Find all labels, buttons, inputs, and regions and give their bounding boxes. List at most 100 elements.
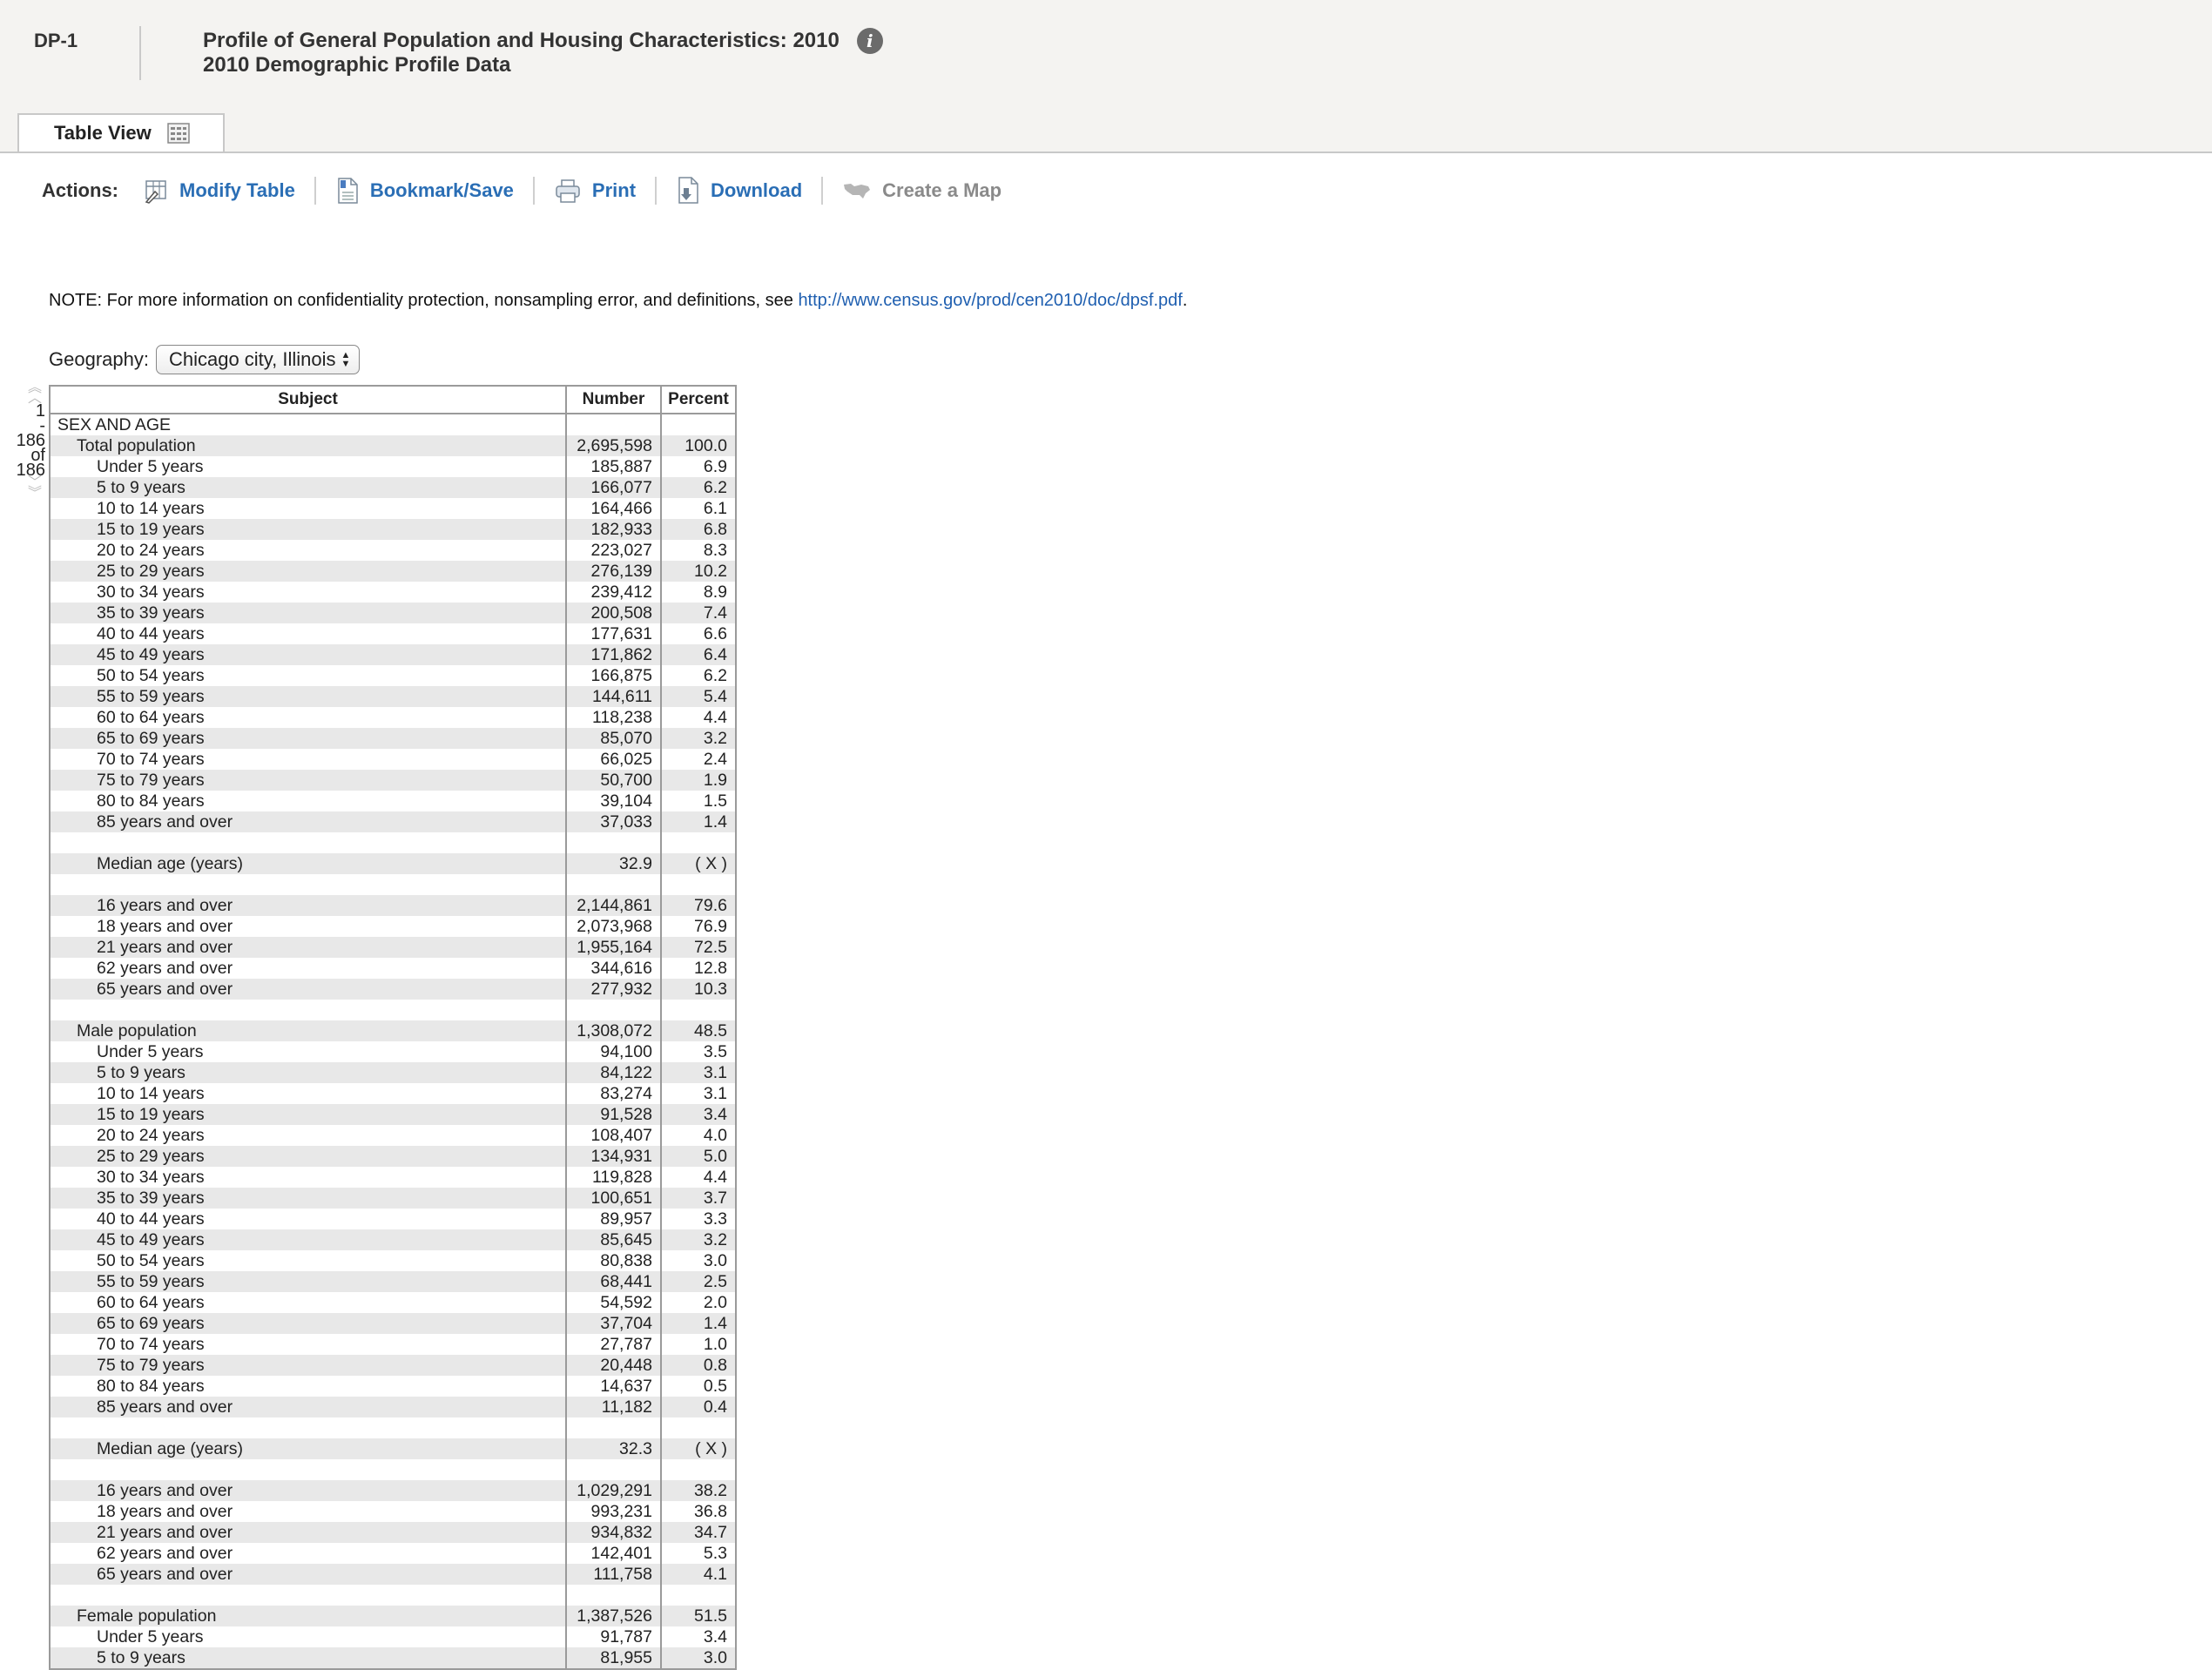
percent-cell: 48.5 [660,1020,736,1041]
last-page-icon[interactable]: ︾ [23,487,47,501]
number-cell [565,1000,661,1020]
action-separator [532,177,535,205]
table-row: 85 years and over 11,182 0.4 [50,1397,736,1417]
percent-cell: 2.0 [660,1292,736,1313]
percent-cell: 34.7 [660,1522,736,1543]
subject-cell: 55 to 59 years [50,686,566,707]
number-cell: 32.3 [565,1438,661,1459]
column-header-percent[interactable]: Percent [660,385,737,414]
number-cell: 108,407 [565,1125,661,1146]
percent-cell: 5.3 [660,1543,736,1564]
percent-cell: 3.1 [660,1062,736,1083]
subject-cell: 62 years and over [50,958,566,979]
number-cell: 14,637 [565,1376,661,1397]
page-title-row: Profile of General Population and Housin… [203,28,883,54]
grid-icon [166,123,190,144]
column-header-number[interactable]: Number [565,385,662,414]
actions-bar: Actions: Modify Table Bookmark/Save Prin… [42,175,1001,206]
percent-cell [660,874,736,895]
table-row: 50 to 54 years 80,838 3.0 [50,1250,736,1271]
percent-cell: 4.1 [660,1564,736,1585]
number-cell: 276,139 [565,561,661,582]
percent-cell: 6.1 [660,498,736,519]
print-button[interactable]: Print [554,178,636,204]
bookmark-save-button[interactable]: Bookmark/Save [335,177,514,205]
number-cell: 85,645 [565,1229,661,1250]
number-cell: 182,933 [565,519,661,540]
number-cell: 142,401 [565,1543,661,1564]
table-row: Under 5 years 91,787 3.4 [50,1626,736,1647]
column-header-subject[interactable]: Subject [49,385,567,414]
percent-cell: 4.0 [660,1125,736,1146]
subject-cell: 80 to 84 years [50,1376,566,1397]
table-row: 25 to 29 years 134,931 5.0 [50,1146,736,1167]
geography-label: Geography: [49,348,149,370]
subject-cell: 15 to 19 years [50,1104,566,1125]
subject-cell: 25 to 29 years [50,1146,566,1167]
percent-cell: 1.4 [660,811,736,832]
table-row: 70 to 74 years 66,025 2.4 [50,749,736,770]
number-cell [565,1585,661,1606]
create-map-button[interactable]: Create a Map [842,179,1001,202]
table-row: 5 to 9 years 81,955 3.0 [50,1647,736,1669]
geography-dropdown[interactable]: Chicago city, Illinois ▲ ▼ [155,345,361,374]
table-row: 35 to 39 years 200,508 7.4 [50,603,736,623]
table-row: 45 to 49 years 85,645 3.2 [50,1229,736,1250]
subject-cell: 70 to 74 years [50,1334,566,1355]
tab-label: Table View [54,122,152,144]
table-row: 10 to 14 years 83,274 3.1 [50,1083,736,1104]
number-cell [565,832,661,853]
subject-cell: 65 years and over [50,1564,566,1585]
modify-table-button[interactable]: Modify Table [143,178,295,204]
subject-cell: 40 to 44 years [50,1209,566,1229]
subject-cell [50,1000,566,1020]
number-cell: 50,700 [565,770,661,791]
table-row: 5 to 9 years 166,077 6.2 [50,477,736,498]
percent-cell: 8.3 [660,540,736,561]
download-button[interactable]: Download [676,176,802,205]
note-link[interactable]: http://www.census.gov/prod/cen2010/doc/d… [798,291,1182,310]
info-icon[interactable]: i [856,28,883,54]
number-cell: 32.9 [565,853,661,874]
subject-cell: 10 to 14 years [50,498,566,519]
table-row: 45 to 49 years 171,862 6.4 [50,644,736,665]
table-row: 80 to 84 years 14,637 0.5 [50,1376,736,1397]
number-cell [565,1417,661,1438]
percent-cell: 6.2 [660,665,736,686]
tab-table-view[interactable]: Table View [17,113,225,152]
number-cell: 239,412 [565,582,661,603]
table-row: 60 to 64 years 54,592 2.0 [50,1292,736,1313]
table-row: Median age (years) 32.3( X ) [50,1438,736,1459]
percent-cell: 3.7 [660,1188,736,1209]
percent-cell: 3.5 [660,1041,736,1062]
percent-cell: 7.4 [660,603,736,623]
number-cell: 344,616 [565,958,661,979]
subject-cell [50,874,566,895]
note-body: NOTE: For more information on confidenti… [49,291,799,310]
percent-cell: 0.5 [660,1376,736,1397]
subject-cell: Median age (years) [50,1438,566,1459]
title-block: Profile of General Population and Housin… [203,28,883,78]
table-row: Total population 2,695,598 100.0 [50,435,736,456]
actions-label: Actions: [42,179,118,201]
print-icon [556,179,580,203]
percent-cell: 1.9 [660,770,736,791]
percent-cell: 3.3 [660,1209,736,1229]
table-row: 18 years and over 2,073,968 76.9 [50,916,736,937]
subject-cell: 16 years and over [50,895,566,916]
percent-cell: 6.4 [660,644,736,665]
percent-cell: 8.9 [660,582,736,603]
table-row: 15 to 19 years 91,528 3.4 [50,1104,736,1125]
number-cell: 37,704 [565,1313,661,1334]
percent-cell: 5.4 [660,686,736,707]
percent-cell [660,1000,736,1020]
percent-cell: 79.6 [660,895,736,916]
updown-arrows-icon: ▲ ▼ [341,350,351,369]
percent-cell: 3.2 [660,728,736,749]
action-separator [821,177,824,205]
geography-selector: Geography: Chicago city, Illinois ▲ ▼ [49,345,361,374]
table-row: Female population 1,387,526 51.5 [50,1606,736,1626]
subject-cell: 18 years and over [50,1501,566,1522]
subject-cell: 25 to 29 years [50,561,566,582]
percent-cell: 6.9 [660,456,736,477]
